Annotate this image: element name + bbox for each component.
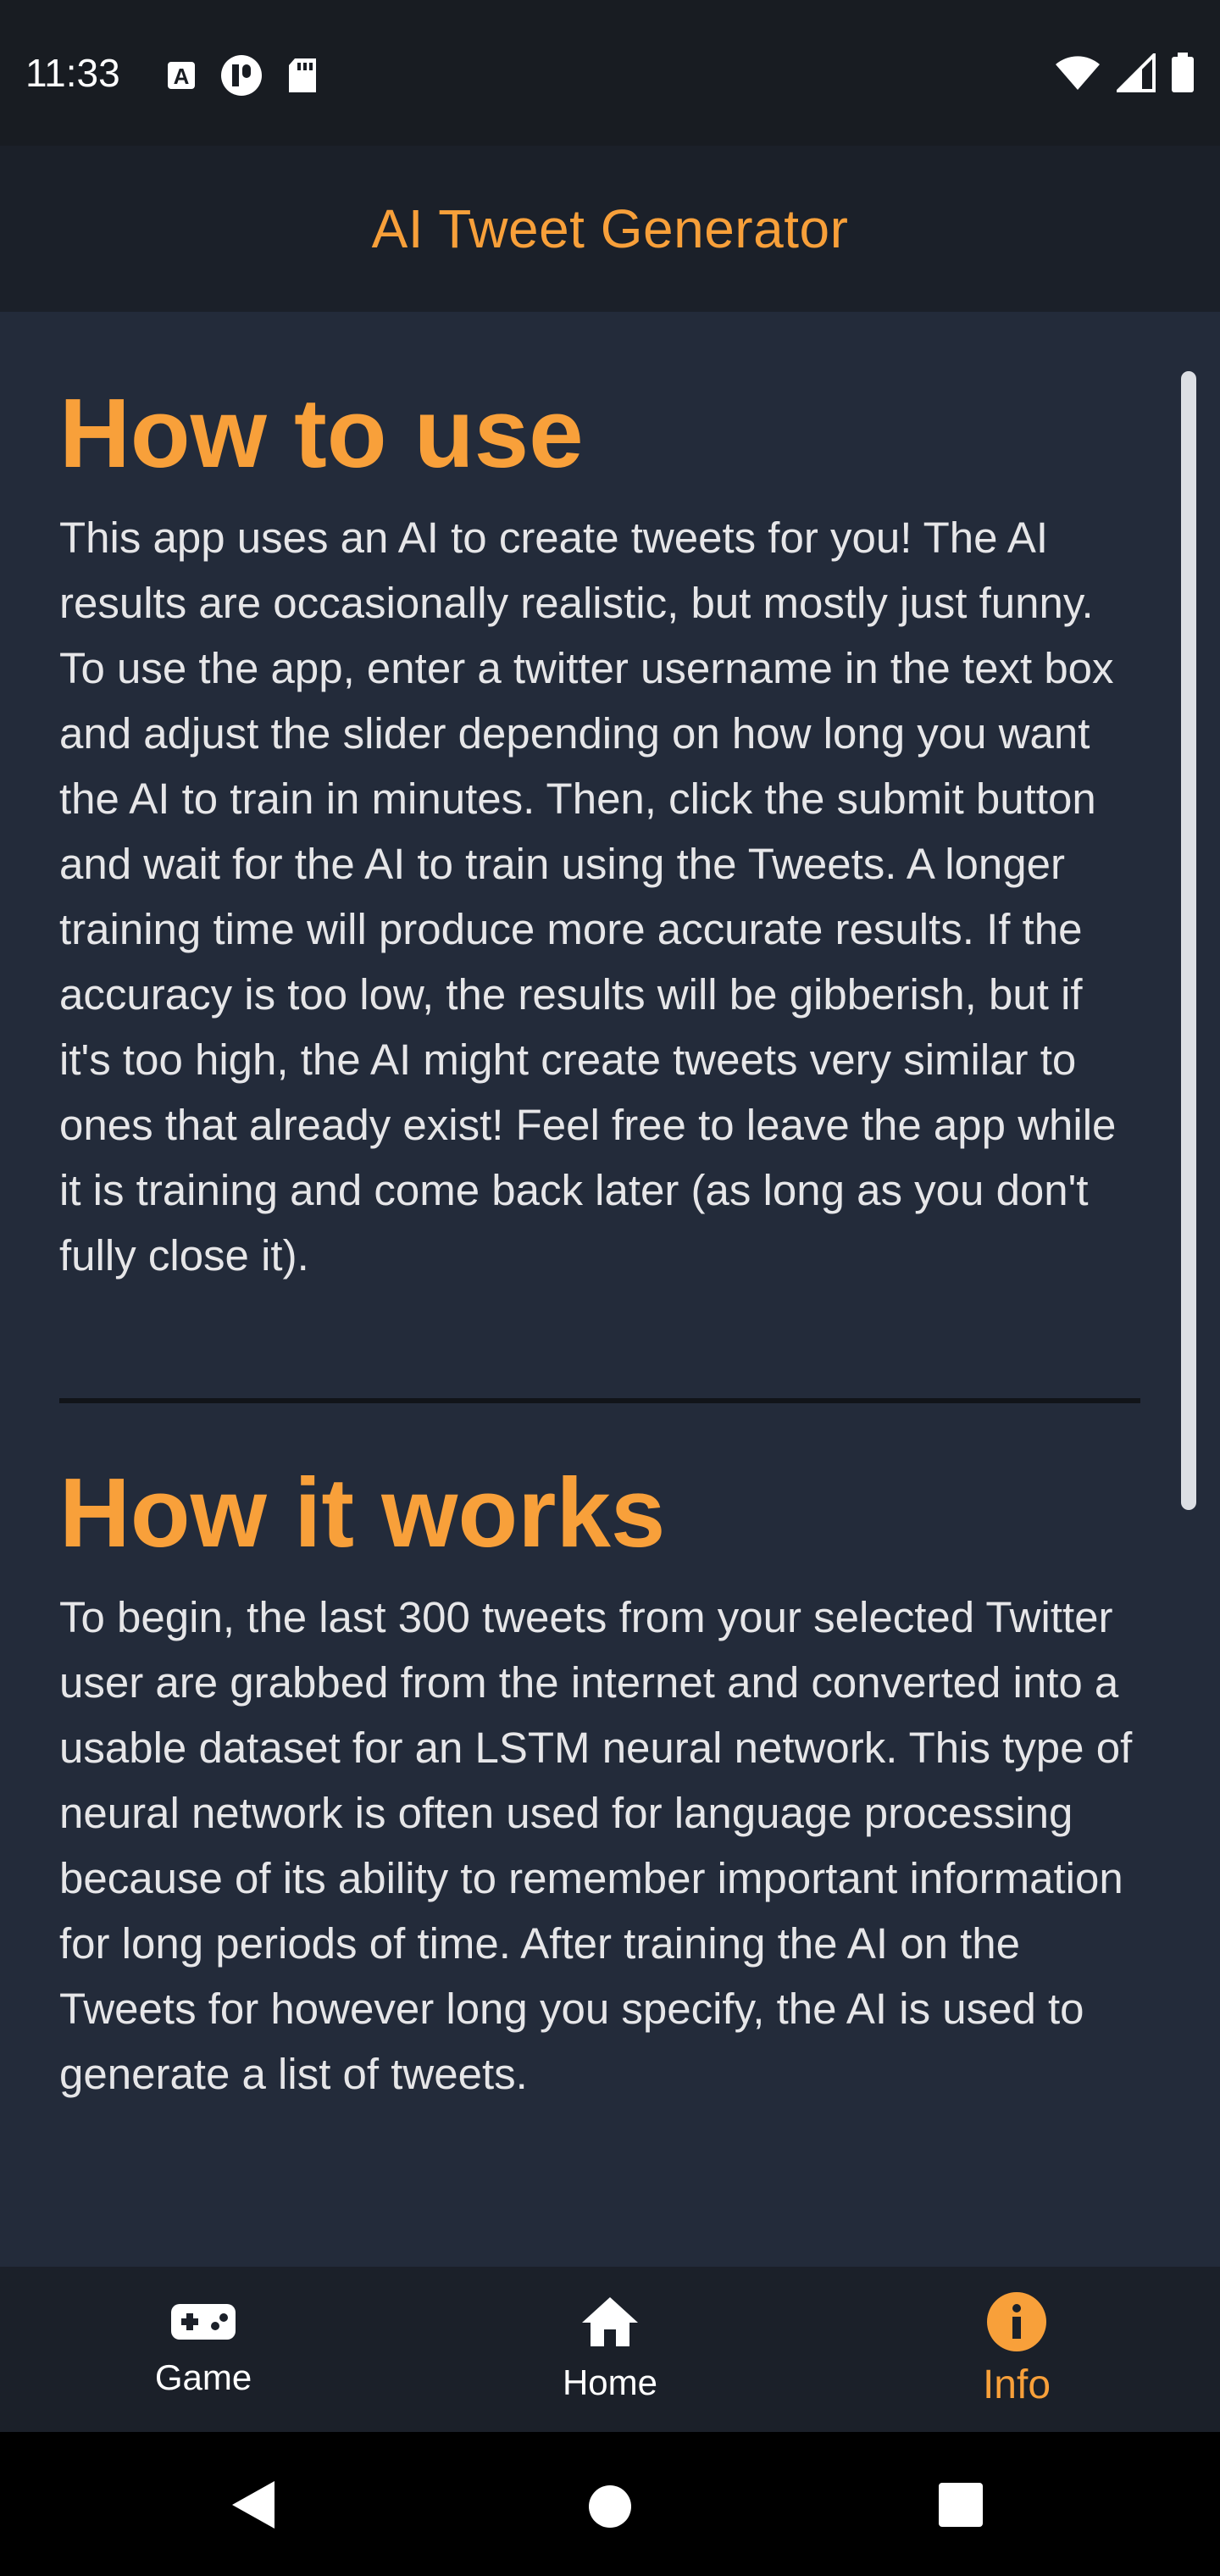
a-notification-icon: A [166, 60, 197, 95]
scrollbar[interactable] [1181, 371, 1196, 1510]
nav-label: Game [154, 2357, 252, 2397]
home-icon [580, 2296, 640, 2352]
info-icon [986, 2291, 1047, 2357]
bottom-nav: Game Home Info [0, 2267, 1220, 2432]
signal-icon [1114, 51, 1156, 97]
status-icons-left: A [166, 54, 319, 101]
gamepad-icon [169, 2301, 237, 2347]
system-nav-bar [0, 2432, 1220, 2576]
section-how-to-use: How to use This app uses an AI to create… [59, 378, 1144, 1288]
back-icon[interactable] [230, 2479, 278, 2534]
section-how-it-works: How it works To begin, the last 300 twee… [59, 1457, 1144, 2107]
section-heading: How to use [59, 378, 584, 488]
status-time: 11:33 [25, 51, 120, 95]
nav-label: Home [562, 2362, 658, 2402]
nav-item-home[interactable]: Home [407, 2267, 813, 2432]
status-bar: 11:33 A [0, 0, 1220, 146]
circle-notification-icon [220, 54, 263, 101]
nav-item-info[interactable]: Info [813, 2267, 1220, 2432]
app-title: AI Tweet Generator [371, 198, 849, 259]
info-content[interactable]: How to use This app uses an AI to create… [0, 312, 1220, 2267]
wifi-icon [1054, 54, 1101, 96]
section-body: To begin, the last 300 tweets from your … [59, 1593, 1133, 2098]
nav-item-game[interactable]: Game [0, 2267, 407, 2432]
svg-text:A: A [174, 64, 190, 89]
app-bar: AI Tweet Generator [0, 146, 1220, 312]
status-icons-right [1054, 51, 1195, 97]
section-body: This app uses an AI to create tweets for… [59, 514, 1117, 1280]
home-circle-icon[interactable] [588, 2484, 632, 2533]
sd-card-icon [286, 58, 319, 97]
recents-icon[interactable] [937, 2481, 984, 2533]
section-heading: How it works [59, 1457, 666, 1568]
battery-icon [1171, 53, 1195, 97]
nav-label: Info [982, 2362, 1051, 2407]
divider [59, 1398, 1140, 1403]
